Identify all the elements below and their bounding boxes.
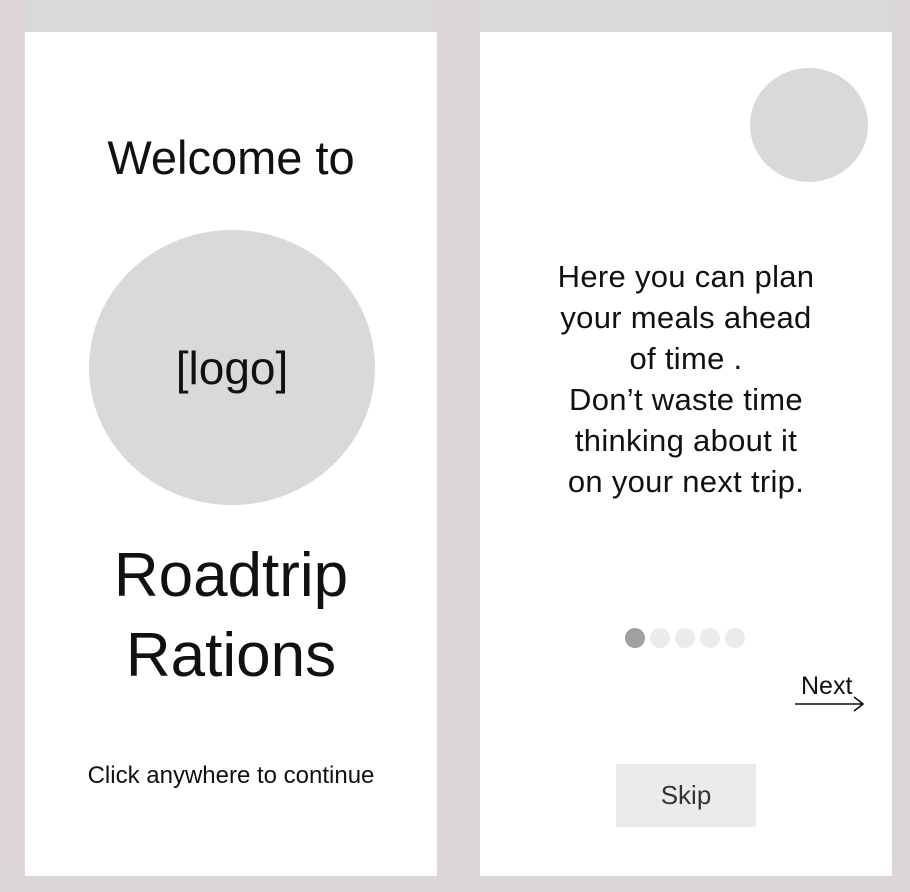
logo-placeholder: [logo] bbox=[89, 230, 375, 505]
page-dot-5[interactable] bbox=[725, 628, 745, 648]
app-name: Roadtrip Rations bbox=[25, 536, 437, 696]
page-dot-4[interactable] bbox=[700, 628, 720, 648]
app-name-line-1: Roadtrip bbox=[113, 541, 349, 610]
message-line: of time . bbox=[629, 341, 743, 376]
page-dot-3[interactable] bbox=[675, 628, 695, 648]
continue-hint: Click anywhere to continue bbox=[87, 762, 375, 789]
status-bar bbox=[25, 0, 437, 32]
message-line: Here you can plan bbox=[557, 259, 815, 294]
onboarding-message: Here you can plan your meals ahead of ti… bbox=[500, 256, 872, 502]
message-line: on your next trip. bbox=[567, 464, 805, 499]
page-dot-2[interactable] bbox=[650, 628, 670, 648]
message-line: your meals ahead bbox=[560, 300, 812, 335]
logo-placeholder-text: [logo] bbox=[175, 341, 289, 394]
onboarding-screen: Here you can plan your meals ahead of ti… bbox=[480, 0, 892, 876]
status-bar bbox=[480, 0, 892, 32]
message-line: Don’t waste time bbox=[569, 382, 803, 417]
welcome-screen[interactable]: Welcome to [logo] Roadtrip Rations Click… bbox=[25, 0, 437, 876]
illustration-placeholder bbox=[750, 68, 868, 182]
arrow-right-icon bbox=[795, 696, 865, 712]
message-line: thinking about it bbox=[574, 423, 798, 458]
page-dot-1[interactable] bbox=[625, 628, 645, 648]
app-name-line-2: Rations bbox=[125, 621, 337, 690]
welcome-title: Welcome to bbox=[107, 131, 355, 184]
next-button[interactable]: Next bbox=[794, 672, 866, 714]
skip-button[interactable]: Skip bbox=[616, 764, 756, 827]
pagination-dots bbox=[625, 628, 745, 648]
